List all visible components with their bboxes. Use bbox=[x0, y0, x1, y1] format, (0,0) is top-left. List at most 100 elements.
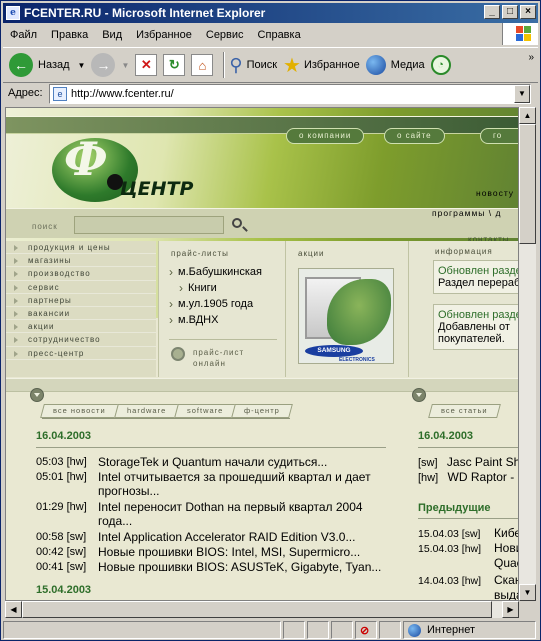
scroll-left-button[interactable]: ◀ bbox=[5, 601, 22, 618]
news-headline[interactable]: Intel переносит Dothan на первый квартал… bbox=[98, 500, 388, 528]
samsung-banner[interactable]: SAMSUNG ELECTRONICS bbox=[298, 268, 394, 364]
news-item[interactable]: 00:41 [sw] Новые прошивки BIOS: ASUSTeK,… bbox=[36, 560, 396, 576]
prev-article-item[interactable]: 15.04.03 [hw] Нови bbox=[418, 541, 518, 557]
menu-view[interactable]: Вид bbox=[95, 29, 129, 41]
prev-article-title[interactable]: Скан bbox=[494, 573, 518, 587]
news-headline[interactable]: Новые прошивки BIOS: Intel, MSI, Supermi… bbox=[98, 545, 388, 559]
menu-tools[interactable]: Сервис bbox=[199, 29, 251, 41]
news-item[interactable]: 05:03 [hw] StorageTek и Quantum начали с… bbox=[36, 455, 396, 471]
prev-article-item[interactable]: Quac bbox=[418, 556, 518, 572]
nav-vacancies[interactable]: вакансии bbox=[6, 307, 156, 321]
header-programs-link[interactable]: программы \ д bbox=[432, 208, 501, 218]
prev-article-title[interactable]: Нови bbox=[494, 541, 518, 555]
pricelist-1905[interactable]: м.ул.1905 года bbox=[159, 296, 285, 312]
scroll-thumb[interactable] bbox=[519, 124, 536, 244]
address-dropdown-button[interactable]: ▼ bbox=[514, 85, 530, 103]
article-title[interactable]: Jasc Paint Sh bbox=[447, 455, 518, 469]
news-item[interactable]: 00:58 [sw] Intel Application Accelerator… bbox=[36, 530, 396, 546]
history-button[interactable]: ◔ bbox=[430, 55, 451, 75]
prev-article-title[interactable]: Кибе bbox=[494, 526, 518, 540]
forward-dropdown-icon[interactable]: ▼ bbox=[121, 61, 129, 70]
news-headline[interactable]: Intel отчитывается за прошедший квартал … bbox=[98, 470, 388, 498]
media-button[interactable]: Медиа bbox=[365, 55, 425, 75]
menu-favorites[interactable]: Избранное bbox=[129, 29, 199, 41]
zone-panel: Интернет bbox=[403, 621, 536, 639]
tab-all-articles-label: все статьи bbox=[441, 406, 488, 415]
nav-promos[interactable]: акции bbox=[6, 320, 156, 334]
pricelist-babushkinskaya[interactable]: м.Бабушкинская bbox=[159, 264, 285, 280]
nav-products[interactable]: продукция и цены bbox=[6, 241, 156, 255]
samsung-electronics-text: ELECTRONICS bbox=[339, 357, 375, 363]
nav-more[interactable]: го bbox=[480, 128, 518, 144]
address-url[interactable]: http://www.fcenter.ru/ bbox=[71, 88, 174, 100]
nav-partners[interactable]: партнеры bbox=[6, 294, 156, 307]
nav-service[interactable]: сервис bbox=[6, 281, 156, 294]
nav-cooperation[interactable]: сотрудничество bbox=[6, 333, 156, 347]
prev-article-item[interactable]: 15.04.03 [sw] Кибе bbox=[418, 526, 518, 542]
news-headline[interactable]: Новые прошивки BIOS: ASUSTeK, Gigabyte, … bbox=[98, 560, 388, 574]
stop-button[interactable]: ✕ bbox=[135, 54, 158, 76]
article-title[interactable]: WD Raptor - bbox=[448, 470, 515, 484]
back-dropdown-icon[interactable]: ▼ bbox=[78, 61, 86, 70]
tab-fcenter[interactable]: ф-центр bbox=[231, 404, 294, 418]
pricelist-vdnh[interactable]: м.ВДНХ bbox=[159, 312, 285, 328]
hscroll-thumb[interactable] bbox=[22, 601, 492, 618]
news-item[interactable]: 01:29 [hw] Intel переносит Dothan на пер… bbox=[36, 500, 396, 530]
toolbar-chevron-icon[interactable]: » bbox=[528, 52, 534, 63]
minimize-button[interactable]: _ bbox=[484, 5, 500, 19]
prev-article-item[interactable]: 14.04.03 [hw] Скан bbox=[418, 573, 518, 589]
forward-button[interactable]: → ▼ bbox=[91, 53, 129, 77]
news-headline[interactable]: Intel Application Accelerator RAID Editi… bbox=[98, 530, 388, 544]
online-pricelist-icon[interactable] bbox=[171, 347, 185, 361]
article-tag: [sw] bbox=[418, 457, 438, 469]
info-item[interactable]: Обновлен разде Раздел перераб bbox=[433, 260, 518, 294]
articles-collapse-button[interactable] bbox=[412, 388, 426, 402]
nav-about-site[interactable]: о сайте bbox=[384, 128, 445, 144]
site-search-input[interactable] bbox=[74, 216, 224, 234]
news-item[interactable]: 00:42 [sw] Новые прошивки BIOS: Intel, M… bbox=[36, 545, 396, 561]
nav-production[interactable]: производство bbox=[6, 267, 156, 281]
menu-edit[interactable]: Правка bbox=[44, 29, 95, 41]
refresh-button[interactable]: ↻ bbox=[163, 54, 186, 76]
search-button[interactable]: ⚲ Поиск bbox=[229, 55, 277, 76]
menu-help[interactable]: Справка bbox=[251, 29, 308, 41]
article-item[interactable]: [sw] Jasc Paint Sh bbox=[418, 455, 518, 471]
address-input[interactable]: e http://www.fcenter.ru/ ▼ bbox=[49, 84, 531, 104]
nav-press[interactable]: пресс-центр bbox=[6, 347, 156, 360]
nav-about-company[interactable]: о компании bbox=[286, 128, 365, 144]
maximize-button[interactable]: □ bbox=[502, 5, 518, 19]
horizontal-scrollbar[interactable]: ◀ ▶ bbox=[5, 601, 519, 618]
tab-hardware-label: hardware bbox=[126, 406, 166, 415]
tab-all-articles[interactable]: все статьи bbox=[428, 404, 501, 418]
vertical-scrollbar[interactable]: ▲ ▼ bbox=[519, 107, 536, 601]
home-button[interactable]: ⌂ bbox=[191, 54, 214, 76]
back-button[interactable]: ← Назад ▼ bbox=[9, 53, 85, 77]
news-item[interactable]: 05:01 [hw] Intel отчитывается за прошедш… bbox=[36, 470, 396, 500]
tab-software[interactable]: software bbox=[174, 404, 237, 418]
prev-article-item[interactable]: выда bbox=[418, 588, 518, 600]
nav-shops[interactable]: магазины bbox=[6, 254, 156, 268]
scroll-down-button[interactable]: ▼ bbox=[519, 584, 536, 601]
menu-file[interactable]: Файл bbox=[3, 29, 44, 41]
online-pricelist-link[interactable]: прайс-лист онлайн bbox=[193, 347, 244, 369]
tab-hardware[interactable]: hardware bbox=[113, 404, 179, 418]
scroll-right-button[interactable]: ▶ bbox=[502, 601, 519, 618]
scroll-up-button[interactable]: ▲ bbox=[519, 107, 536, 124]
info-item[interactable]: Обновлен разде Добавлены от покупателей. bbox=[433, 304, 518, 350]
tab-fcenter-label: ф-центр bbox=[244, 406, 281, 415]
prev-article-title[interactable]: Quac bbox=[494, 556, 518, 570]
pricelist-books[interactable]: Книги bbox=[159, 280, 285, 296]
tab-all-news[interactable]: все новости bbox=[40, 404, 119, 418]
article-item[interactable]: [hw] WD Raptor - bbox=[418, 470, 518, 486]
windows-logo-icon bbox=[502, 23, 538, 45]
ie-icon: e bbox=[6, 6, 20, 20]
toolbar-separator bbox=[223, 52, 226, 78]
header-news-link[interactable]: новосту bbox=[476, 188, 514, 198]
close-button[interactable]: × bbox=[520, 5, 536, 19]
magnifier-icon[interactable] bbox=[232, 218, 242, 228]
news-headline[interactable]: StorageTek и Quantum начали судиться... bbox=[98, 455, 388, 469]
favorites-button[interactable]: ★ Избранное bbox=[283, 53, 360, 78]
prev-article-title[interactable]: выда bbox=[494, 588, 518, 600]
fcenter-logo[interactable]: Ф ЦЕНТР bbox=[52, 132, 193, 202]
news-collapse-button[interactable] bbox=[30, 388, 44, 402]
